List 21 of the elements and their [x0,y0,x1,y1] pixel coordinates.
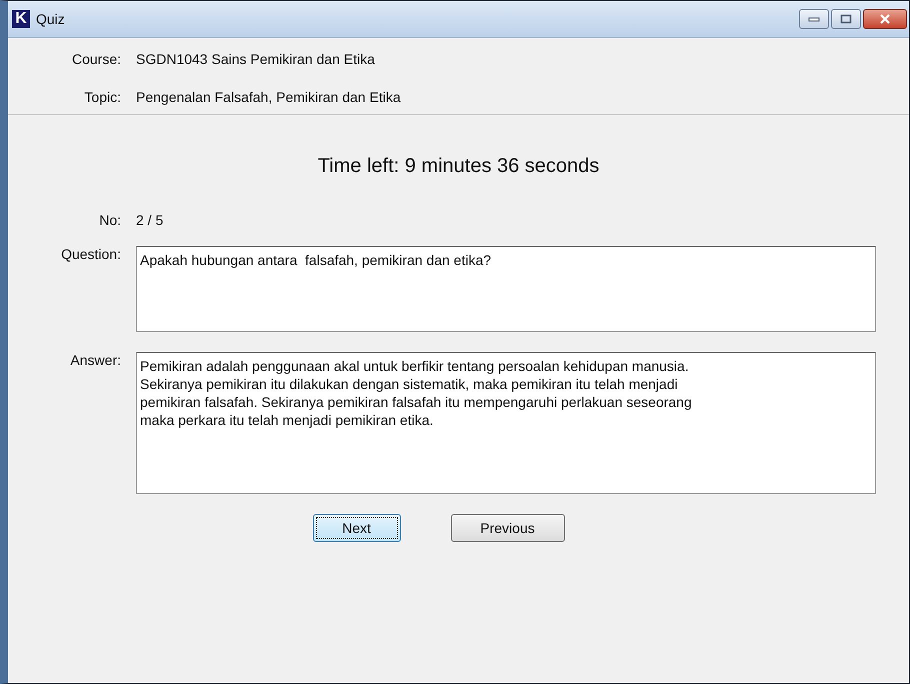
field-label: Course: [70,51,122,67]
field-label: Answer: [69,352,122,368]
field-value: SGDN1043 Sains Pemikiran dan Etika [136,51,375,67]
maximize-button[interactable] [831,9,861,29]
field-label: Question: [60,246,122,262]
field-label: No: [98,212,122,228]
app-logo-icon: K [12,10,30,28]
field-label: Topic: [83,89,122,105]
minimize-button[interactable] [799,9,829,29]
time-left-text: Time left: 9 minutes 36 seconds [318,155,600,178]
maximize-icon [840,14,852,24]
next-button[interactable]: Next [312,514,400,542]
previous-button[interactable]: Previous [450,514,564,542]
field-value: Pengenalan Falsafah, Pemikiran dan Etika [136,89,401,105]
close-button[interactable] [863,9,907,29]
window-title: Quiz [36,11,65,27]
close-icon [879,14,891,24]
answer-field[interactable]: Pemikiran adalah penggunaan akal untuk berfikir tentang persoalan kehidupan manusia. Sekiranya pemikiran itu dilakukan dengan sistematik, maka pemikiran itu telah menjadi pemikiran falsafah. Sekiranya pemikiran falsafah itu mempengaruhi perlakuan seseorang maka perkara itu telah menjadi pemikiran etika. [136,352,876,494]
minimize-icon [808,16,820,22]
question-number: 2 / 5 [136,212,164,228]
question-field[interactable]: Apakah hubungan antara falsafah, pemikiran dan etika? [136,246,876,332]
